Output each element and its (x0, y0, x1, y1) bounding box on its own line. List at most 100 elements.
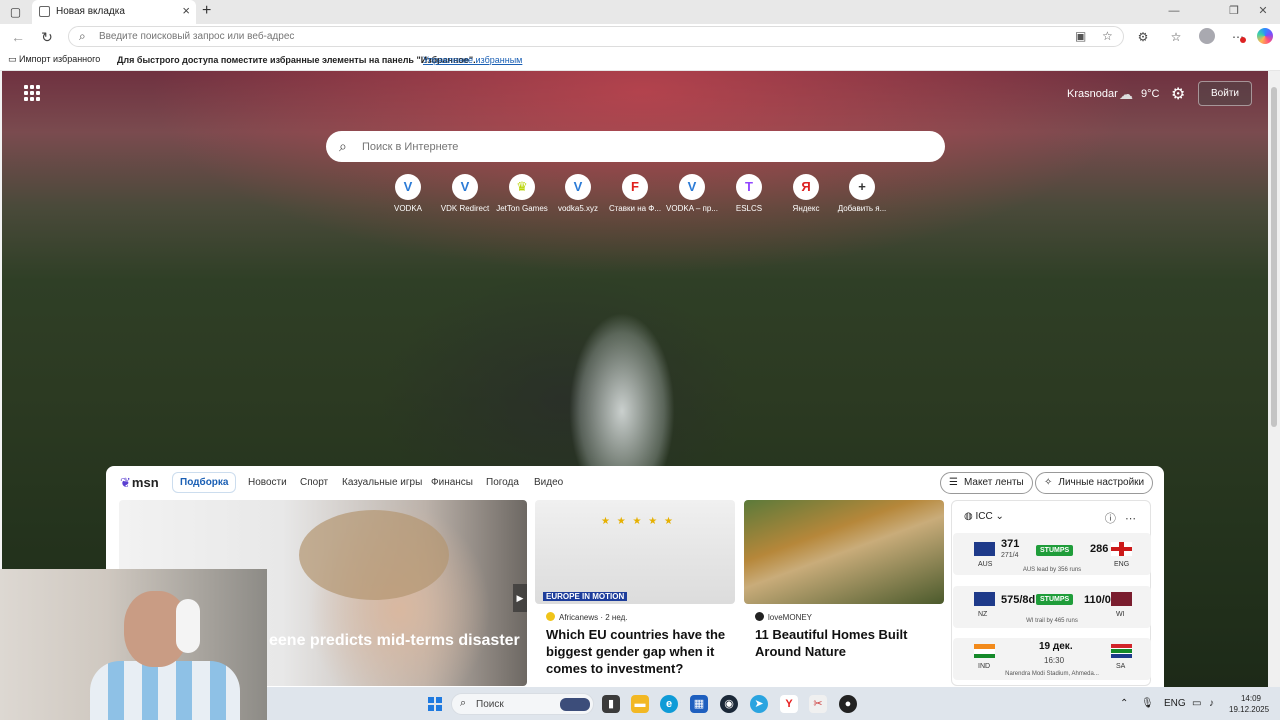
news-title: Which EU countries have the biggest gend… (546, 627, 726, 676)
obs-icon[interactable]: ● (839, 695, 857, 713)
immersive-reader-icon[interactable]: ▣ (1075, 29, 1086, 43)
address-bar[interactable]: ⌕ ▣ ☆ (68, 26, 1124, 47)
more-icon[interactable]: ⋯ (1125, 513, 1136, 525)
back-icon[interactable]: ← (9, 28, 27, 46)
language-indicator[interactable]: ENG (1164, 698, 1186, 709)
window-close-icon[interactable]: ✕ (1253, 4, 1273, 18)
edge-icon[interactable]: e (660, 695, 678, 713)
quick-link[interactable]: + Добавить я... (834, 174, 890, 213)
task-view-icon[interactable]: ▮ (602, 695, 620, 713)
copilot-icon[interactable] (1257, 28, 1273, 44)
newtab-page-icon (39, 6, 50, 17)
web-search-box[interactable]: ⌕ (326, 131, 945, 162)
favorite-star-icon[interactable]: ☆ (1102, 29, 1113, 43)
team1-sub-score: 271/4 (1001, 552, 1019, 559)
match-row[interactable]: IND 19 дек. 16:30 SA Narendra Modi Stadi… (953, 638, 1151, 680)
gear-icon[interactable]: ⚙ (1171, 84, 1185, 104)
tab-casual-games[interactable]: Казуальные игры (342, 477, 422, 488)
signin-button[interactable]: Войти (1198, 81, 1252, 106)
quick-link-label: VODKA – пр... (666, 204, 718, 213)
person-shirt (90, 661, 240, 720)
wi-flag-icon (1111, 592, 1132, 606)
scrollbar-thumb[interactable] (1271, 87, 1277, 427)
windows-start-icon[interactable] (428, 697, 442, 711)
tab-title: Новая вкладка (56, 6, 125, 17)
apps-grid-icon[interactable] (24, 85, 40, 101)
quick-link-icon: V (395, 174, 421, 200)
cloud-icon: ☁ (1119, 86, 1133, 102)
profile-avatar[interactable] (1199, 28, 1215, 44)
nz-flag-icon (974, 592, 995, 606)
minimize-icon[interactable]: — (1164, 4, 1184, 18)
telegram-icon[interactable]: ➤ (750, 695, 768, 713)
personalize-button[interactable]: ✧ Личные настройки (1035, 472, 1154, 494)
page-scrollbar[interactable] (1268, 71, 1280, 687)
feed-layout-button[interactable]: ☰ Макет ленты (940, 472, 1033, 494)
feed-layout-label: Макет ленты (963, 477, 1024, 488)
quick-link[interactable]: V VODKA – пр... (664, 174, 720, 213)
tab-video[interactable]: Видео (534, 477, 563, 488)
info-icon[interactable]: ⓘ (1105, 513, 1116, 525)
extensions-icon[interactable]: ⚙ (1134, 29, 1152, 45)
team1-score: 575/8d (1001, 594, 1036, 606)
news-card[interactable]: ★ ★ ★ ★ ★ EUROPE IN MOTION Africanews · … (535, 500, 735, 686)
tab-finance[interactable]: Финансы (431, 477, 473, 488)
manage-favorites-link[interactable]: Управление избранным (423, 55, 522, 65)
web-search-input[interactable] (362, 138, 922, 155)
search-icon: ⌕ (460, 697, 467, 709)
quick-link[interactable]: Я Яндекс (778, 174, 834, 213)
tab-new-tab[interactable]: Новая вкладка × (32, 0, 196, 24)
restore-icon[interactable]: ❐ (1224, 4, 1244, 18)
status-badge: STUMPS (1036, 545, 1074, 556)
snipping-tool-icon[interactable]: ✂ (809, 695, 827, 713)
steam-icon[interactable]: ◉ (720, 695, 738, 713)
search-highlight-icon (560, 698, 590, 711)
quick-link[interactable]: V VDK Redirect (437, 174, 493, 213)
tab-podborka[interactable]: Подборка (172, 472, 237, 493)
news-card[interactable]: loveMONEY 11 Beautiful Homes Built Aroun… (744, 500, 944, 686)
cricket-header[interactable]: ◍ ICC ⌄ (964, 511, 1004, 522)
store-icon[interactable]: ▦ (690, 695, 708, 713)
import-favorites-link[interactable]: ▭ Импорт избранного (8, 54, 100, 65)
close-icon[interactable]: × (182, 4, 190, 18)
sliders-icon: ☰ (949, 477, 958, 488)
taskbar-search[interactable]: ⌕ Поиск (451, 693, 594, 715)
source-logo-icon (755, 612, 764, 621)
team2-name: SA (1116, 663, 1126, 670)
tab-weather[interactable]: Погода (486, 477, 519, 488)
tray-chevron-icon[interactable]: ⌃ (1120, 698, 1128, 709)
system-clock[interactable]: 14:09 19.12.2025 (1229, 693, 1269, 715)
favorites-icon[interactable]: ☆ (1167, 29, 1185, 45)
match-row[interactable]: NZ 575/8d STUMPS 110/0 WI WI trail by 46… (953, 586, 1151, 628)
tab-sport[interactable]: Спорт (300, 477, 328, 488)
carousel-next-icon[interactable]: ▶ (513, 584, 527, 612)
quick-link-icon: ♛ (509, 174, 535, 200)
msn-logo[interactable]: ❦msn (120, 475, 159, 491)
quick-link[interactable]: V VODKA (380, 174, 436, 213)
volume-icon[interactable]: ♪ (1209, 698, 1214, 709)
quick-link[interactable]: ♛ JetTon Games (494, 174, 550, 213)
address-input[interactable] (99, 28, 999, 45)
file-explorer-icon[interactable]: ▬ (631, 695, 649, 713)
quick-link-icon: V (452, 174, 478, 200)
weather-temp: 9°C (1141, 88, 1160, 100)
new-tab-button[interactable]: + (202, 3, 211, 19)
yandex-browser-icon[interactable]: Y (780, 695, 798, 713)
microphone-icon[interactable]: 🎙 (1141, 698, 1154, 709)
refresh-icon[interactable]: ↻ (38, 28, 56, 46)
tab-actions-icon[interactable]: ▢ (8, 5, 23, 19)
quick-link-icon: + (849, 174, 875, 200)
sparkle-icon: ✧ (1044, 477, 1053, 488)
news-time: 2 нед. (605, 613, 628, 622)
tab-news[interactable]: Новости (248, 477, 287, 488)
quick-link[interactable]: F Ставки на Ф... (607, 174, 663, 213)
cricket-actions: ⓘ ⋯ (1105, 510, 1136, 526)
team1-name: IND (978, 663, 991, 670)
network-icon[interactable]: ▭ (1192, 698, 1201, 709)
news-title: 11 Beautiful Homes Built Around Nature (755, 627, 908, 659)
notification-badge (1240, 37, 1246, 43)
quick-link[interactable]: T ESLCS (721, 174, 777, 213)
quick-link[interactable]: Vvodka5.xyz (550, 174, 606, 213)
match-row[interactable]: AUS 371 271/4 STUMPS 286 ENG AUS lead by… (953, 533, 1151, 575)
weather-city: Krasnodar (1067, 88, 1118, 100)
